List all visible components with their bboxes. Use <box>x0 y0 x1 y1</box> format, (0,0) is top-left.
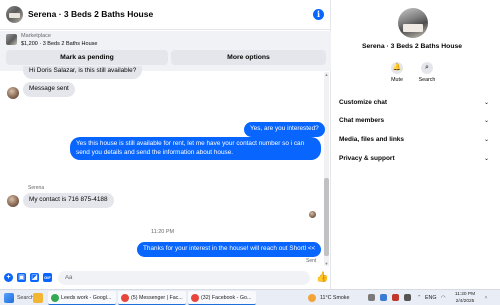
contact-avatar[interactable] <box>7 87 19 99</box>
gif-icon[interactable]: GIF <box>43 273 52 282</box>
customize-chat-section[interactable]: Customize chat ⌄ <box>339 96 489 110</box>
section-label: Customize chat <box>339 99 388 106</box>
messenger-app: Serena · 3 Beds 2 Baths House i Marketpl… <box>0 0 500 289</box>
search-icon[interactable]: ⌕ <box>421 62 433 74</box>
listing-title[interactable]: $1,200 · 3 Beds 2 Baths House <box>21 41 97 47</box>
chat-header: Serena · 3 Beds 2 Baths House i <box>0 0 331 30</box>
chevron-down-icon: ⌄ <box>483 118 489 124</box>
chrome-icon <box>191 294 199 302</box>
section-label: Media, files and links <box>339 136 405 143</box>
seen-indicator-avatar <box>309 211 316 218</box>
sent-status: Sent <box>306 258 317 264</box>
outgoing-message[interactable]: Yes this house is still available for re… <box>70 137 321 160</box>
scrollbar-thumb[interactable] <box>324 178 329 256</box>
chevron-down-icon: ⌄ <box>483 137 489 143</box>
plus-icon[interactable]: + <box>4 273 13 282</box>
weather-widget[interactable]: 11°C Smoke <box>320 291 349 305</box>
taskbar-app-label: (32) Facebook - Go... <box>201 295 252 301</box>
message-timestamp: 11:20 PM <box>151 229 175 235</box>
privacy-support-section[interactable]: Privacy & support ⌄ <box>339 152 489 166</box>
message-composer: + ▣ ◪ GIF 👍 <box>0 267 331 289</box>
clock-time: 11:20 PM <box>454 292 476 297</box>
tray-app-icon[interactable] <box>380 294 387 301</box>
section-label: Privacy & support <box>339 155 395 162</box>
chat-avatar[interactable] <box>6 6 23 23</box>
taskbar-app-label: (5) Messenger | Fac... <box>131 295 183 301</box>
taskbar-search[interactable]: Search <box>17 291 34 305</box>
scroll-down-arrow-icon[interactable]: ▼ <box>324 261 329 266</box>
start-icon[interactable] <box>4 293 14 303</box>
outgoing-message[interactable]: Yes, are you interested? <box>244 122 325 137</box>
contact-avatar[interactable] <box>7 195 19 207</box>
incoming-message[interactable]: Message sent <box>23 82 75 97</box>
file-explorer-icon[interactable] <box>33 293 43 303</box>
sticker-icon[interactable]: ◪ <box>30 273 39 282</box>
listing-thumbnail[interactable] <box>6 34 17 45</box>
chat-members-section[interactable]: Chat members ⌄ <box>339 114 489 128</box>
thumbs-up-icon[interactable]: 👍 <box>316 272 328 283</box>
chrome-icon <box>51 294 59 302</box>
show-hidden-icons-icon[interactable]: ⌃ <box>417 291 421 305</box>
chat-panel: Serena · 3 Beds 2 Baths House i Marketpl… <box>0 0 331 289</box>
search-action[interactable]: ⌕ Search <box>412 62 442 83</box>
chrome-icon <box>121 294 129 302</box>
outgoing-message[interactable]: Thanks for your interest in the house! w… <box>137 242 322 257</box>
conversation-name: Serena · 3 Beds 2 Baths House <box>361 43 463 50</box>
taskbar-clock[interactable]: 11:20 PM 2/4/2025 <box>451 291 479 305</box>
more-options-button[interactable]: More options <box>171 50 326 65</box>
chevron-down-icon: ⌄ <box>483 156 489 162</box>
chat-title[interactable]: Serena · 3 Beds 2 Baths House <box>28 9 153 19</box>
bell-icon[interactable]: 🔔 <box>391 62 403 74</box>
tray-app-icon[interactable] <box>368 294 375 301</box>
media-files-links-section[interactable]: Media, files and links ⌄ <box>339 133 489 147</box>
taskbar-app-label: Leeds work - Googl... <box>61 295 112 301</box>
conversation-avatar[interactable] <box>398 8 428 38</box>
tray-app-icon[interactable] <box>392 294 399 301</box>
message-line: send you details and send the informatio… <box>76 148 234 156</box>
sender-name: Serena <box>28 185 45 191</box>
mute-label: Mute <box>391 77 403 83</box>
marketplace-banner: Marketplace $1,200 · 3 Beds 2 Baths Hous… <box>0 31 331 71</box>
weather-icon[interactable] <box>308 294 316 302</box>
marketplace-label: Marketplace <box>21 33 51 39</box>
search-label: Search <box>418 77 436 83</box>
message-input[interactable] <box>58 271 310 285</box>
tray-app-icon[interactable] <box>404 294 411 301</box>
taskbar-app-messenger[interactable]: (5) Messenger | Fac... <box>118 291 186 305</box>
language-indicator[interactable]: ENG <box>425 291 436 305</box>
conversation-info-panel: Serena · 3 Beds 2 Baths House 🔔 Mute ⌕ S… <box>332 0 500 289</box>
info-icon[interactable]: i <box>313 9 324 20</box>
clock-date: 2/4/2025 <box>455 299 475 304</box>
taskbar-app-sheets[interactable]: Leeds work - Googl... <box>48 291 116 305</box>
windows-taskbar: Search Leeds work - Googl... (5) Messeng… <box>0 289 500 305</box>
photo-icon[interactable]: ▣ <box>17 273 26 282</box>
mute-action[interactable]: 🔔 Mute <box>382 62 412 83</box>
taskbar-app-facebook[interactable]: (32) Facebook - Go... <box>188 291 256 305</box>
chevron-down-icon: ⌄ <box>483 100 489 106</box>
incoming-message[interactable]: My contact is 716 875-4188 <box>23 193 114 208</box>
message-line: Yes this house is still available for re… <box>76 140 305 147</box>
wifi-icon[interactable]: ◠ <box>441 291 446 305</box>
incoming-message[interactable]: Hi Doris Salazar, is this still availabl… <box>23 66 143 79</box>
section-label: Chat members <box>339 117 385 124</box>
mark-as-pending-button[interactable]: Mark as pending <box>6 50 168 65</box>
notifications-icon[interactable]: ◔ <box>484 291 487 305</box>
scroll-up-arrow-icon[interactable]: ▲ <box>324 72 329 77</box>
